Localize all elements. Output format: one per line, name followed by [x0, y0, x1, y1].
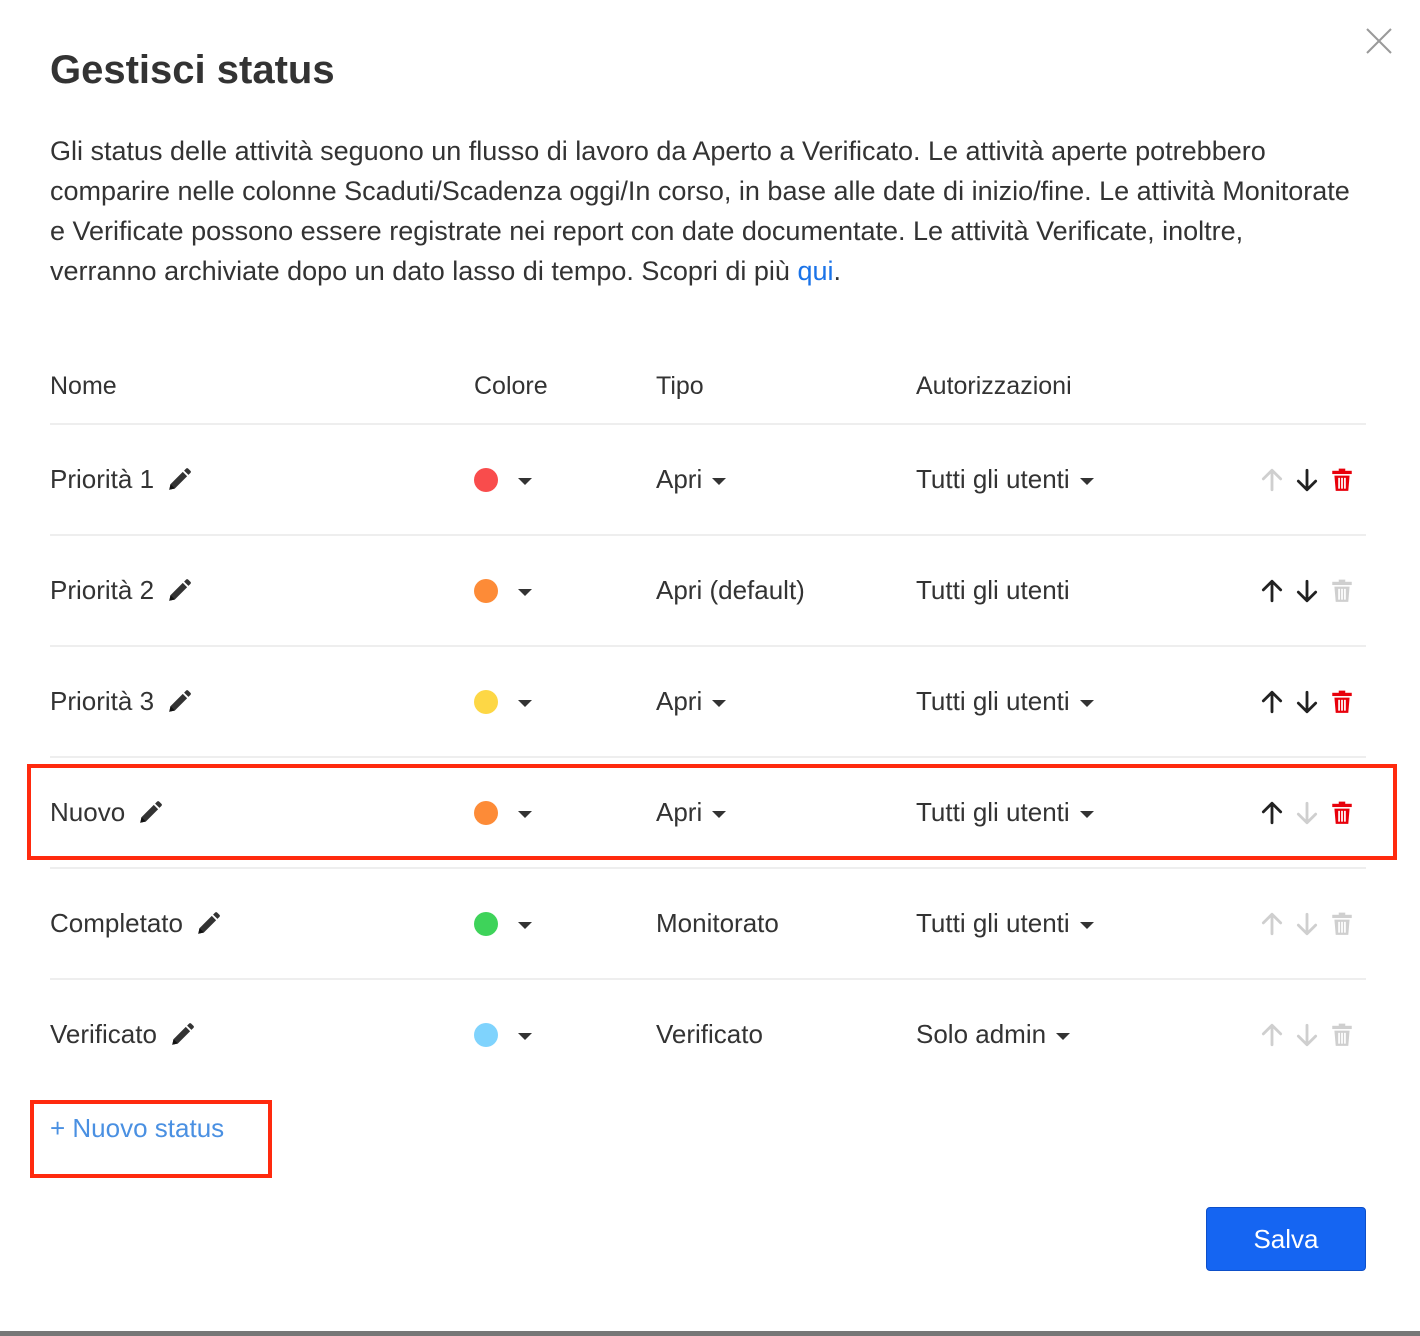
arrow-up-icon [1258, 1021, 1285, 1048]
type-value: Monitorato [656, 908, 779, 938]
pencil-icon[interactable] [169, 1022, 195, 1048]
arrow-down-icon [1293, 910, 1320, 937]
arrow-down-icon[interactable] [1293, 577, 1320, 604]
pencil-icon[interactable] [195, 911, 221, 937]
permissions-select[interactable]: Tutti gli utenti [916, 869, 1094, 978]
type-select: Verificato [656, 980, 763, 1089]
status-name: Priorità 2 [50, 575, 155, 605]
row-actions [1258, 536, 1355, 645]
color-swatch [474, 911, 498, 936]
status-name-cell: Priorità 1 [50, 425, 192, 534]
color-picker[interactable] [474, 425, 532, 534]
caret-down-icon [518, 589, 532, 596]
description-suffix: . [833, 256, 841, 286]
permissions-value: Tutti gli utenti [916, 686, 1070, 716]
row-actions [1258, 425, 1355, 534]
caret-down-icon [712, 478, 727, 485]
color-swatch [474, 578, 498, 603]
color-picker[interactable] [474, 980, 532, 1089]
trash-icon [1328, 910, 1355, 937]
color-swatch [474, 689, 498, 714]
trash-icon[interactable] [1328, 688, 1355, 715]
description-text: Gli status delle attività seguono un flu… [50, 136, 1350, 286]
status-name-cell: Priorità 3 [50, 647, 192, 756]
pencil-icon[interactable] [166, 689, 192, 715]
status-row: Priorità 3 Apri Tutti gli utenti [50, 645, 1366, 756]
arrow-up-icon[interactable] [1258, 577, 1285, 604]
arrow-down-icon[interactable] [1293, 466, 1320, 493]
pencil-icon[interactable] [166, 578, 192, 604]
bottom-edge [0, 1331, 1420, 1336]
arrow-up-icon [1258, 466, 1285, 493]
color-picker[interactable] [474, 647, 532, 756]
status-name: Priorità 3 [50, 686, 155, 716]
highlight-annotation-row [27, 764, 1397, 860]
permissions-select[interactable]: Tutti gli utenti [916, 647, 1094, 756]
arrow-up-icon [1258, 910, 1285, 937]
type-select: Monitorato [656, 869, 779, 978]
caret-down-icon [518, 922, 532, 929]
status-name: Priorità 1 [50, 464, 155, 494]
arrow-down-icon[interactable] [1293, 688, 1320, 715]
caret-down-icon [518, 478, 532, 485]
permissions-value: Tutti gli utenti [916, 575, 1070, 605]
status-row: Priorità 2 Apri (default) Tutti gli utenti [50, 534, 1366, 645]
save-button[interactable]: Salva [1206, 1207, 1366, 1271]
status-name-cell: Priorità 2 [50, 536, 192, 645]
row-actions [1258, 980, 1355, 1089]
status-row: Completato Monitorato Tutti gli utenti [50, 867, 1366, 978]
color-swatch [474, 467, 498, 492]
arrow-down-icon [1293, 1021, 1320, 1048]
type-select: Apri (default) [656, 536, 805, 645]
permissions-select: Tutti gli utenti [916, 536, 1070, 645]
column-header-name: Nome [50, 372, 117, 400]
row-actions [1258, 647, 1355, 756]
type-select[interactable]: Apri [656, 647, 727, 756]
type-value: Verificato [656, 1019, 763, 1049]
caret-down-icon [712, 700, 727, 707]
status-row: Priorità 1 Apri Tutti gli utenti [50, 423, 1366, 534]
permissions-value: Solo admin [916, 1019, 1047, 1049]
color-picker[interactable] [474, 869, 532, 978]
row-actions [1258, 869, 1355, 978]
status-name-cell: Completato [50, 869, 221, 978]
color-picker[interactable] [474, 536, 532, 645]
status-name: Completato [50, 908, 183, 938]
modal-title: Gestisci status [50, 48, 335, 92]
permissions-value: Tutti gli utenti [916, 464, 1070, 494]
status-name: Verificato [50, 1019, 157, 1049]
trash-icon [1328, 577, 1355, 604]
column-header-color: Colore [474, 372, 548, 400]
color-swatch [474, 1022, 498, 1047]
status-row: Verificato Verificato Solo admin [50, 978, 1366, 1089]
column-header-type: Tipo [656, 372, 704, 400]
modal-description: Gli status delle attività seguono un flu… [50, 131, 1350, 291]
caret-down-icon [1079, 700, 1094, 707]
learn-more-link[interactable]: qui [797, 256, 833, 286]
trash-icon[interactable] [1328, 466, 1355, 493]
type-select[interactable]: Apri [656, 425, 727, 534]
trash-icon [1328, 1021, 1355, 1048]
caret-down-icon [1079, 478, 1094, 485]
type-value: Apri (default) [656, 575, 805, 605]
type-value: Apri [656, 686, 703, 716]
permissions-select[interactable]: Solo admin [916, 980, 1071, 1089]
arrow-up-icon[interactable] [1258, 688, 1285, 715]
status-name-cell: Verificato [50, 980, 195, 1089]
type-value: Apri [656, 464, 703, 494]
column-header-permissions: Autorizzazioni [916, 372, 1072, 400]
close-icon[interactable] [1364, 26, 1394, 56]
permissions-select[interactable]: Tutti gli utenti [916, 425, 1094, 534]
caret-down-icon [1079, 922, 1094, 929]
pencil-icon[interactable] [166, 467, 192, 493]
new-status-link[interactable]: + Nuovo status [50, 1113, 224, 1144]
caret-down-icon [518, 700, 532, 707]
permissions-value: Tutti gli utenti [916, 908, 1070, 938]
caret-down-icon [1056, 1033, 1071, 1040]
caret-down-icon [518, 1033, 532, 1040]
